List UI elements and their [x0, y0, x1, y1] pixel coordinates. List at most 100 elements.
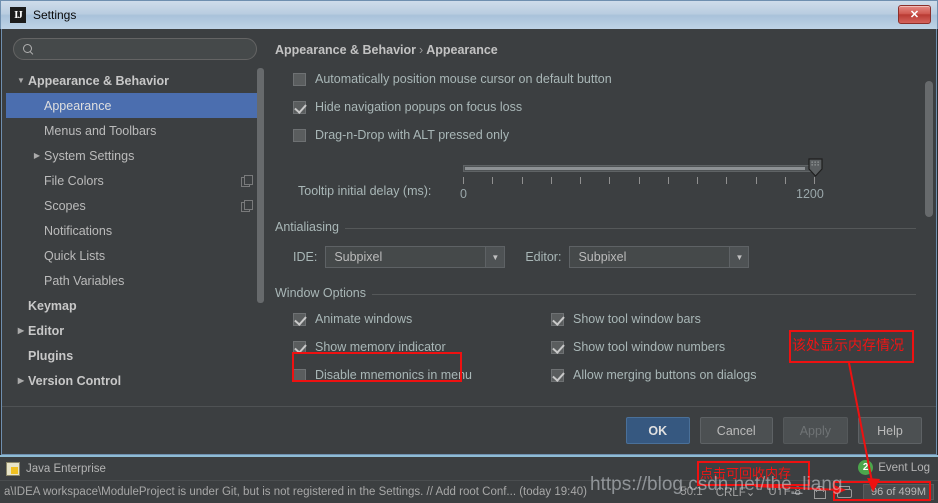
sidebar-item-file-colors[interactable]: File Colors [6, 168, 264, 193]
slider-tick [492, 177, 494, 184]
memory-indicator[interactable]: 96 of 499M [862, 484, 934, 500]
checkbox-icon[interactable] [293, 72, 306, 86]
sidebar-item-label: Scopes [44, 198, 86, 213]
sidebar-item-system-settings[interactable]: ▶ System Settings [6, 143, 264, 168]
tooltip-delay-min: 0 [460, 187, 467, 201]
settings-tree[interactable]: ▼ Appearance & Behavior Appearance Menus an… [6, 68, 264, 433]
checkbox-label: Allow merging buttons on dialogs [573, 368, 757, 382]
sidebar-item-label: Quick Lists [44, 248, 106, 263]
general-checkbox-row[interactable]: Drag-n-Drop with ALT pressed only [293, 121, 934, 149]
sidebar-scrollbar-thumb[interactable] [257, 68, 264, 303]
chevron-right-icon[interactable]: ▶ [14, 326, 28, 335]
checkbox-label: Automatically position mouse cursor on d… [315, 72, 612, 86]
event-log-button[interactable]: 2 Event Log [858, 460, 930, 475]
breadcrumb-root[interactable]: Appearance & Behavior [275, 43, 416, 57]
checkbox-icon[interactable] [293, 340, 306, 354]
chevron-down-icon[interactable]: ▼ [485, 247, 505, 267]
settings-dialog: ▼ Appearance & Behavior Appearance Menus an… [1, 29, 937, 455]
sidebar-item-scopes[interactable]: Scopes [6, 193, 264, 218]
checkbox-label: Hide navigation popups on focus loss [315, 100, 523, 114]
antialiasing-group-header: Antialiasing [275, 217, 934, 239]
status-bar: a\IDEA workspace\ModuleProject is under … [0, 481, 938, 503]
copy-settings-icon[interactable] [241, 175, 253, 187]
chevron-right-icon[interactable]: ▶ [14, 376, 28, 385]
sidebar-item-appearance[interactable]: Appearance [6, 93, 264, 118]
cancel-button[interactable]: Cancel [699, 417, 773, 444]
window-option-checkbox-row[interactable]: Animate windows [293, 305, 551, 333]
tooltip-delay-label: Tooltip initial delay (ms): [298, 184, 432, 198]
editor-antialiasing-select[interactable]: Subpixel ▼ [569, 246, 750, 268]
status-message: a\IDEA workspace\ModuleProject is under … [4, 486, 587, 498]
window-option-checkbox-row[interactable]: Show tool window bars [551, 305, 841, 333]
settings-screenshot: IJ Settings ✕ ▼ Appearance & Behavior Appe… [0, 0, 938, 503]
sidebar-item-label: System Settings [44, 148, 135, 163]
event-log-label[interactable]: Event Log [878, 462, 930, 474]
ide-antialiasing-select[interactable]: Subpixel ▼ [325, 246, 506, 268]
tool-window-java-enterprise[interactable]: Java Enterprise [26, 463, 106, 475]
sidebar-item-plugins[interactable]: Plugins [6, 343, 264, 368]
sidebar-item-keymap[interactable]: Keymap [6, 293, 264, 318]
antialiasing-row: IDE: Subpixel ▼ Editor: Subpixel ▼ [275, 241, 934, 273]
tooltip-delay-max: 1200 [796, 187, 824, 201]
sidebar-item-version-control[interactable]: ▶ Version Control [6, 368, 264, 393]
sidebar-item-editor[interactable]: ▶ Editor [6, 318, 264, 343]
checkbox-icon[interactable] [551, 368, 564, 382]
intellij-idea-icon: IJ [10, 7, 26, 23]
sidebar-item-quick-lists[interactable]: Quick Lists [6, 243, 264, 268]
sidebar-item-label: File Colors [44, 173, 104, 188]
sidebar-item-appearance-behavior[interactable]: ▼ Appearance & Behavior [6, 68, 264, 93]
general-checkbox-row[interactable]: Hide navigation popups on focus loss [293, 93, 934, 121]
tooltip-delay-track[interactable] [463, 165, 816, 172]
slider-tick [638, 177, 640, 184]
java-enterprise-icon [6, 461, 20, 476]
apply-button[interactable]: Apply [782, 417, 848, 444]
window-option-checkbox-row[interactable]: Disable mnemonics in menu [293, 361, 551, 389]
slider-tick [550, 177, 552, 184]
tooltip-delay-thumb[interactable] [808, 158, 823, 177]
chevron-down-icon[interactable]: ▼ [729, 247, 749, 267]
window-option-checkbox-row[interactable]: Allow merging buttons on dialogs [551, 361, 841, 389]
breadcrumb: Appearance & Behavior › Appearance [270, 33, 934, 57]
window-options-group-title: Window Options [275, 286, 373, 300]
checkbox-icon[interactable] [293, 128, 306, 142]
general-checkbox-row[interactable]: Automatically position mouse cursor on d… [293, 65, 934, 93]
sidebar-item-menus-and-toolbars[interactable]: Menus and Toolbars [6, 118, 264, 143]
window-option-checkbox-row[interactable]: Show memory indicator [293, 333, 551, 361]
search-input[interactable] [40, 42, 247, 56]
chevron-down-icon[interactable]: ▼ [14, 76, 28, 85]
annotation-reclaim-note: 点击可回收内存 [700, 467, 792, 482]
breadcrumb-separator: › [419, 43, 424, 57]
annotation-memory-note: 该处显示内存情况 [792, 338, 904, 354]
chevron-right-icon[interactable]: ▶ [30, 151, 44, 160]
content-scrollbar[interactable] [925, 81, 933, 431]
sidebar-scrollbar[interactable] [257, 68, 264, 433]
checkbox-icon[interactable] [293, 368, 306, 382]
checkbox-icon[interactable] [551, 340, 564, 354]
window-options-group-header: Window Options [275, 283, 934, 305]
lock-icon[interactable] [813, 486, 826, 499]
checkbox-icon[interactable] [551, 312, 564, 326]
checkbox-icon[interactable] [293, 312, 306, 326]
window-options-left-column: Animate windows Show memory indicator Disa… [293, 305, 551, 389]
settings-tree-rows: ▼ Appearance & Behavior Appearance Menus an… [6, 68, 264, 393]
checkbox-label: Animate windows [315, 312, 413, 326]
search-box[interactable] [13, 38, 257, 60]
slider-tick [755, 177, 757, 184]
caret-position[interactable]: 50:1 [680, 486, 702, 498]
editor-antialiasing-label: Editor: [525, 250, 562, 264]
checkbox-label: Show memory indicator [315, 340, 446, 354]
sidebar-item-path-variables[interactable]: Path Variables [6, 268, 264, 293]
help-button[interactable]: Help [858, 417, 922, 444]
cursor-icon[interactable] [836, 486, 852, 498]
checkbox-icon[interactable] [293, 100, 306, 114]
close-icon[interactable]: ✕ [898, 5, 931, 24]
line-separator-indicator[interactable]: CRLF⌄ [716, 485, 756, 499]
copy-settings-icon[interactable] [241, 200, 253, 212]
ok-button[interactable]: OK [625, 417, 690, 444]
encoding-indicator[interactable]: UTF-8 [768, 486, 801, 498]
ide-antialiasing-label: IDE: [293, 250, 318, 264]
sidebar-item-label: Plugins [28, 348, 74, 363]
content-scrollbar-thumb[interactable] [925, 81, 933, 217]
window-titlebar: IJ Settings ✕ [0, 0, 938, 29]
sidebar-item-notifications[interactable]: Notifications [6, 218, 264, 243]
